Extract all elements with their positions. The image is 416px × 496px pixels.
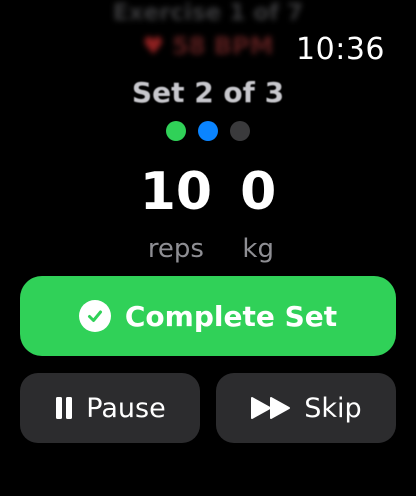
exercise-counter: Exercise 1 of 7 bbox=[112, 0, 304, 26]
weight-unit: kg bbox=[242, 234, 274, 264]
set-progress-dots bbox=[0, 121, 416, 141]
pause-label: Pause bbox=[86, 392, 166, 424]
weight-value: 0 bbox=[240, 162, 277, 222]
complete-set-label: Complete Set bbox=[124, 299, 338, 333]
set-metrics: 10 reps 0 kg bbox=[0, 160, 416, 264]
set-dot-completed bbox=[166, 121, 186, 141]
pause-button[interactable]: Pause bbox=[20, 373, 200, 443]
reps-value: 10 bbox=[139, 162, 213, 222]
skip-button[interactable]: Skip bbox=[216, 373, 396, 443]
pause-icon bbox=[54, 396, 74, 420]
workout-screen: Exercise 1 of 7 ♥ 58 BPM 10:36 Set 2 of 3… bbox=[0, 0, 416, 496]
skip-label: Skip bbox=[304, 392, 362, 424]
reps-metric[interactable]: 10 reps bbox=[140, 160, 212, 264]
checkmark-circle-icon bbox=[78, 300, 111, 332]
set-dot-upcoming bbox=[230, 121, 250, 141]
forward-icon bbox=[250, 396, 292, 420]
heart-rate-value: 58 BPM bbox=[171, 32, 274, 60]
reps-unit: reps bbox=[147, 234, 204, 264]
status-time: 10:36 bbox=[296, 32, 385, 67]
weight-metric[interactable]: 0 kg bbox=[240, 160, 276, 264]
set-title: Set 2 of 3 bbox=[131, 76, 285, 109]
complete-set-button[interactable]: Complete Set bbox=[20, 276, 396, 356]
heart-icon: ♥ bbox=[142, 32, 164, 60]
set-dot-current bbox=[198, 121, 218, 141]
